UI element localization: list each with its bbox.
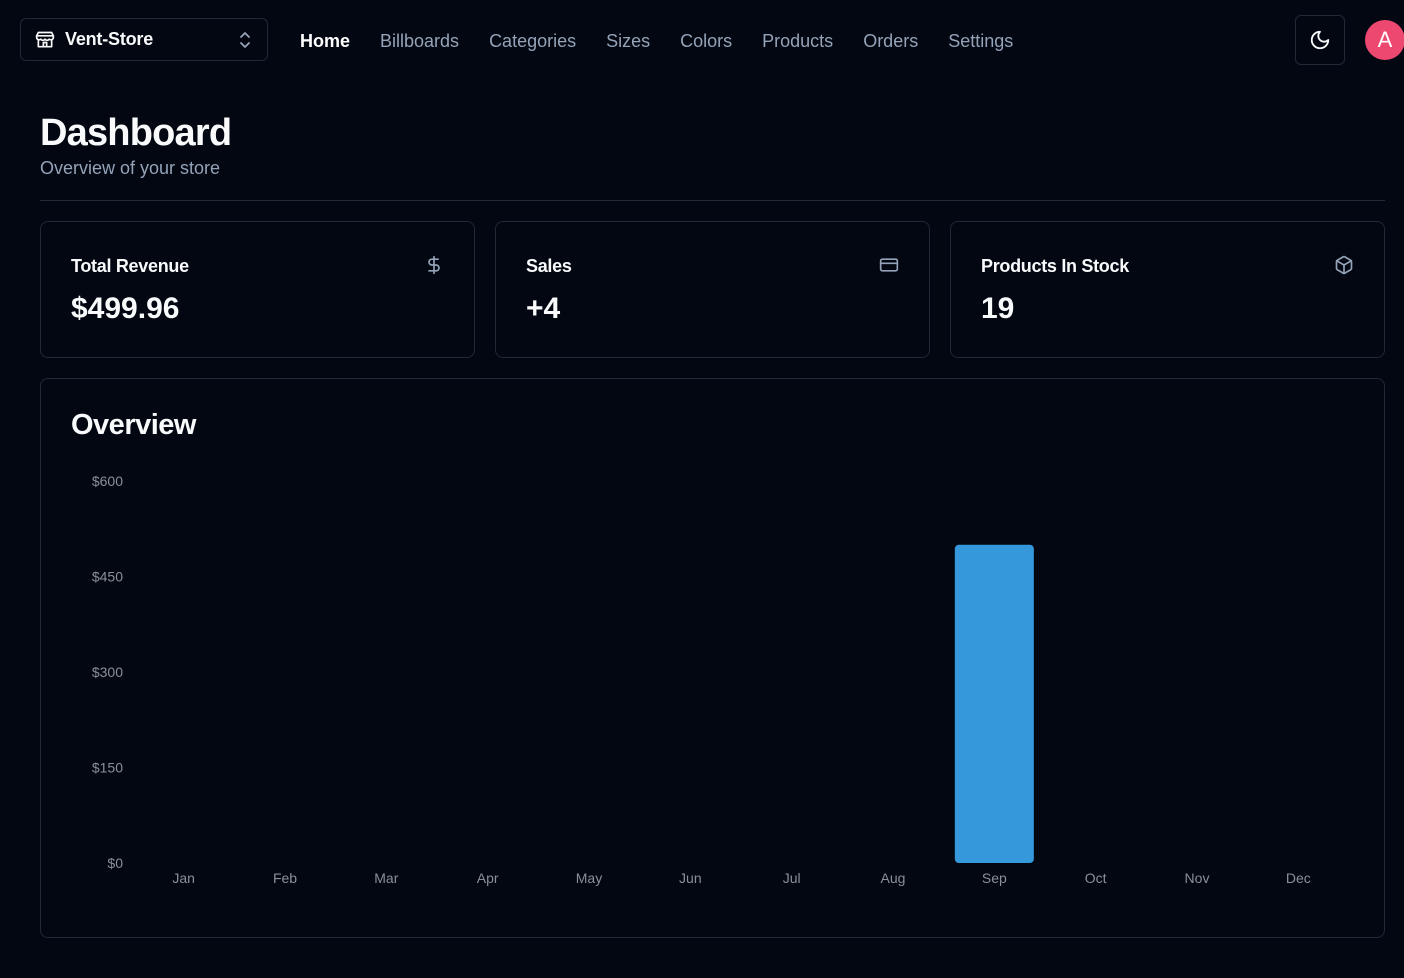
overview-card: Overview $0 $150 $300 $450 $600 Jan Feb Mar Apr M… — [40, 378, 1385, 938]
nav-sizes[interactable]: Sizes — [606, 30, 650, 52]
nav-colors[interactable]: Colors — [680, 30, 732, 52]
store-name: Vent-Store — [65, 29, 154, 49]
x-tick-label: Feb — [273, 870, 297, 886]
y-tick-label: $600 — [92, 473, 123, 489]
card-title: Products In Stock — [981, 256, 1129, 276]
package-icon — [1334, 255, 1354, 275]
x-tick-label: Aug — [881, 870, 906, 886]
chevrons-up-down-icon — [237, 30, 253, 50]
y-tick-label: $150 — [92, 760, 123, 776]
x-tick-label: Dec — [1286, 870, 1311, 886]
x-tick-label: Sep — [982, 870, 1007, 886]
sales-card: Sales +4 — [495, 221, 930, 358]
page-subtitle: Overview of your store — [40, 158, 221, 178]
x-tick-label: Mar — [374, 870, 398, 886]
card-value: $499.96 — [71, 292, 180, 325]
divider — [40, 200, 1385, 201]
moon-icon — [1309, 29, 1331, 51]
y-tick-label: $450 — [92, 569, 123, 585]
y-tick-label: $300 — [92, 664, 123, 680]
nav-products[interactable]: Products — [762, 30, 833, 52]
y-tick-label: $0 — [107, 855, 123, 871]
user-avatar[interactable]: A — [1365, 20, 1404, 60]
card-title: Sales — [526, 256, 572, 276]
dollar-icon — [424, 255, 444, 275]
x-tick-label: Jun — [679, 870, 702, 886]
theme-toggle-button[interactable] — [1295, 15, 1345, 65]
x-tick-label: Apr — [477, 870, 499, 886]
x-tick-label: Jul — [783, 870, 801, 886]
nav-settings[interactable]: Settings — [948, 30, 1013, 52]
x-tick-label: Nov — [1185, 870, 1210, 886]
page-title: Dashboard — [40, 112, 232, 154]
total-revenue-card: Total Revenue $499.96 — [40, 221, 475, 358]
nav-orders[interactable]: Orders — [863, 30, 918, 52]
store-icon — [35, 30, 55, 50]
store-switcher[interactable]: Vent-Store — [20, 18, 268, 61]
nav-billboards[interactable]: Billboards — [380, 30, 459, 52]
overview-chart: $0 $150 $300 $450 $600 Jan Feb Mar Apr May Jun Jul A… — [92, 473, 1311, 886]
card-title: Total Revenue — [71, 256, 189, 276]
products-in-stock-card: Products In Stock 19 — [950, 221, 1385, 358]
credit-card-icon — [879, 255, 899, 275]
card-value: +4 — [526, 292, 561, 325]
main-nav: Home Billboards Categories Sizes Colors … — [300, 30, 1043, 52]
x-tick-label: Oct — [1085, 870, 1107, 886]
x-tick-label: May — [576, 870, 602, 886]
nav-categories[interactable]: Categories — [489, 30, 576, 52]
nav-home[interactable]: Home — [300, 30, 350, 52]
bar-sep — [954, 544, 1034, 863]
card-value: 19 — [981, 292, 1015, 325]
x-tick-label: Jan — [172, 870, 195, 886]
